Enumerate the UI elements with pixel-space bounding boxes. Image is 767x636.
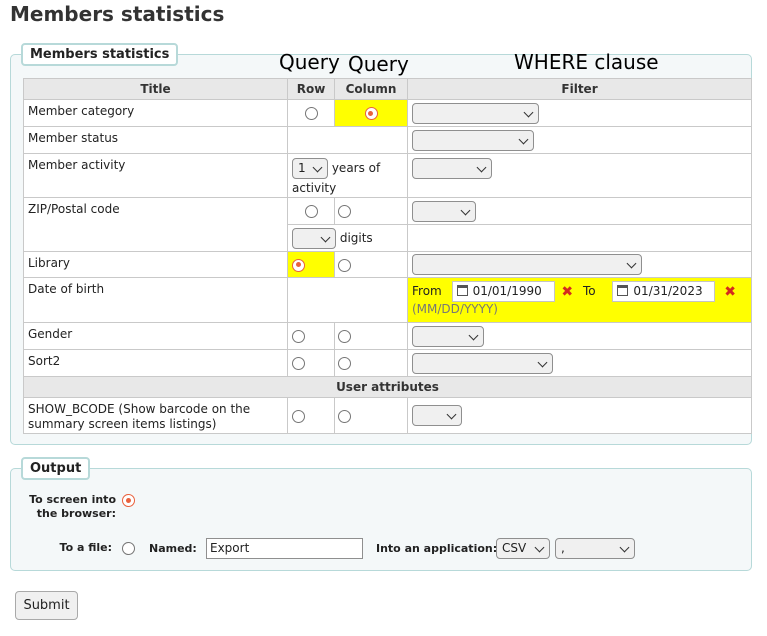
chevron-down-icon: [468, 330, 479, 340]
row-label-sort2: Sort2: [23, 349, 288, 377]
chevron-down-icon: [619, 542, 630, 553]
sort2-row-radio[interactable]: [292, 357, 305, 370]
dob-to-input[interactable]: 01/31/2023: [612, 281, 716, 302]
sort2-column-radio[interactable]: [338, 357, 351, 370]
row-label-gender: Gender: [23, 322, 288, 350]
calendar-icon: [456, 285, 468, 296]
to-file-radio[interactable]: [122, 542, 135, 555]
dob-format-hint: (MM/DD/YYYY): [412, 302, 498, 316]
table-row-member-category: Member category: [23, 99, 752, 127]
row-label-date-of-birth: Date of birth: [23, 277, 288, 323]
row-label-member-activity: Member activity: [23, 153, 288, 198]
library-row-radio[interactable]: [292, 258, 305, 272]
gender-row-radio[interactable]: [292, 330, 305, 343]
chevron-down-icon: [626, 258, 637, 269]
clear-from-date-icon[interactable]: ✖: [561, 284, 573, 300]
activity-years-value: 1: [298, 161, 306, 175]
zip-column-radio[interactable]: [338, 205, 351, 218]
annotation-column-query: Query: [348, 52, 409, 76]
member-activity-filter-select[interactable]: [412, 158, 492, 179]
member-category-column-radio[interactable]: [364, 107, 378, 120]
chevron-down-icon: [476, 162, 487, 173]
chevron-down-icon: [446, 409, 457, 420]
gender-filter-select[interactable]: [412, 325, 484, 347]
dob-from-value: 01/01/1990: [472, 284, 542, 298]
table-row-library: Library: [23, 251, 752, 278]
header-filter: Filter: [407, 78, 752, 100]
export-delimiter-value: ,: [561, 541, 565, 555]
row-label-zip: ZIP/Postal code: [23, 197, 288, 252]
calendar-icon: [617, 285, 629, 296]
user-attributes-header-row: User attributes: [23, 376, 752, 398]
header-row: Row: [287, 78, 335, 100]
library-column-radio[interactable]: [338, 258, 351, 272]
table-header-row: Title Row Column Filter: [23, 78, 752, 100]
row-label-show-bcode: SHOW_BCODE (Show barcode on the summary …: [23, 397, 288, 434]
export-delimiter-select[interactable]: ,: [555, 538, 635, 559]
zip-filter-select[interactable]: [412, 200, 476, 222]
member-status-filter-select[interactable]: [412, 129, 534, 151]
show-bcode-filter-select[interactable]: [412, 405, 462, 426]
table-row-gender: Gender: [23, 322, 752, 350]
into-application-label: Into an application:: [376, 542, 498, 555]
member-category-filter-select[interactable]: [412, 102, 539, 124]
zip-digits-select[interactable]: [292, 227, 336, 249]
annotation-filter-where: WHERE clause: [514, 50, 659, 74]
show-bcode-row-radio[interactable]: [292, 409, 305, 423]
export-format-value: CSV: [502, 541, 527, 555]
output-legend: Output: [21, 457, 91, 480]
chevron-down-icon: [312, 162, 323, 173]
row-label-member-status: Member status: [23, 126, 288, 154]
statistics-table: Title Row Column Filter Member category …: [23, 78, 752, 434]
activity-years-select[interactable]: 1: [292, 158, 328, 179]
chevron-down-icon: [534, 542, 545, 553]
table-row-sort2: Sort2: [23, 349, 752, 377]
zip-row-radio[interactable]: [304, 205, 318, 218]
table-row-member-activity: Member activity 1 years of activity: [23, 153, 752, 198]
chevron-down-icon: [320, 232, 331, 242]
table-row-zip: ZIP/Postal code: [23, 197, 752, 252]
to-file-label: To a file:: [59, 541, 112, 554]
library-filter-select[interactable]: [412, 254, 642, 275]
to-screen-radio[interactable]: [122, 494, 135, 507]
table-row-date-of-birth: Date of birth From 01/01/1990 ✖ To 01/31…: [23, 277, 752, 323]
show-bcode-column-radio[interactable]: [338, 409, 351, 423]
named-label: Named:: [149, 542, 197, 555]
annotation-row-query: Query: [279, 50, 340, 74]
row-label-member-category: Member category: [23, 99, 288, 127]
submit-button[interactable]: Submit: [15, 591, 78, 620]
dob-from-input[interactable]: 01/01/1990: [451, 281, 555, 302]
user-attributes-header: User attributes: [23, 376, 752, 398]
page-title: Members statistics: [10, 2, 225, 26]
row-label-library: Library: [23, 251, 288, 278]
header-title: Title: [23, 78, 288, 100]
dob-to-value: 01/31/2023: [633, 284, 703, 298]
to-screen-label: To screen into the browser:: [29, 493, 116, 520]
clear-to-date-icon[interactable]: ✖: [724, 284, 736, 300]
table-row-member-status: Member status: [23, 126, 752, 154]
chevron-down-icon: [537, 357, 548, 367]
gender-column-radio[interactable]: [338, 330, 351, 343]
export-format-select[interactable]: CSV: [496, 538, 550, 559]
chevron-down-icon: [523, 107, 534, 117]
chevron-down-icon: [518, 134, 529, 144]
members-statistics-legend: Members statistics: [21, 43, 179, 66]
export-filename-input[interactable]: Export: [206, 538, 363, 559]
dob-to-label: To: [582, 284, 596, 298]
zip-digits-label: digits: [339, 230, 373, 245]
sort2-filter-select[interactable]: [412, 352, 553, 374]
chevron-down-icon: [460, 205, 471, 215]
table-row-show-bcode: SHOW_BCODE (Show barcode on the summary …: [23, 397, 752, 434]
member-category-row-radio[interactable]: [304, 107, 318, 120]
header-column: Column: [334, 78, 408, 100]
dob-from-label: From: [412, 284, 442, 298]
